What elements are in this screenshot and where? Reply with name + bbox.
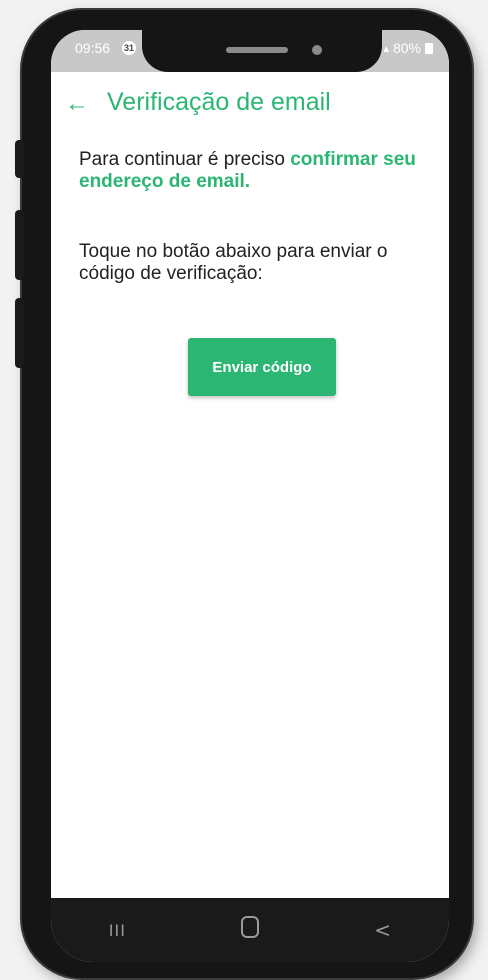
home-button[interactable] xyxy=(220,916,280,944)
recents-icon[interactable]: III xyxy=(87,921,147,940)
speaker-grille xyxy=(226,47,288,53)
intro-text-prefix: Para continuar é preciso xyxy=(79,149,291,170)
side-button-volume-down xyxy=(15,298,24,368)
system-back-icon[interactable]: < xyxy=(353,918,413,942)
side-button-volume-up xyxy=(15,210,24,280)
side-button-bixby xyxy=(15,140,24,178)
signal-icon: ▴ xyxy=(383,42,389,55)
send-code-button[interactable]: Enviar código xyxy=(188,338,336,396)
back-arrow-icon[interactable]: ← xyxy=(65,90,89,118)
page-title: Verificação de email xyxy=(107,88,331,116)
notification-badge-icon: 31 xyxy=(122,41,136,55)
status-time: 09:56 xyxy=(75,40,111,56)
system-nav-bar: III < xyxy=(51,898,449,962)
home-icon xyxy=(240,916,259,938)
status-right-group: ▴ 80% xyxy=(383,40,433,56)
front-camera xyxy=(312,45,322,55)
camera-notch xyxy=(142,30,382,72)
phone-screen: 09:56 31 ▴ 80% ← Verificação de email Pa… xyxy=(51,30,449,962)
battery-percentage: 80% xyxy=(392,40,421,56)
intro-text: Para continuar é preciso confirmar seu e… xyxy=(79,149,439,193)
app-bar: ← Verificação de email xyxy=(51,84,449,128)
battery-icon xyxy=(425,42,433,54)
instruction-text: Toque no botão abaixo para enviar o códi… xyxy=(79,241,388,284)
